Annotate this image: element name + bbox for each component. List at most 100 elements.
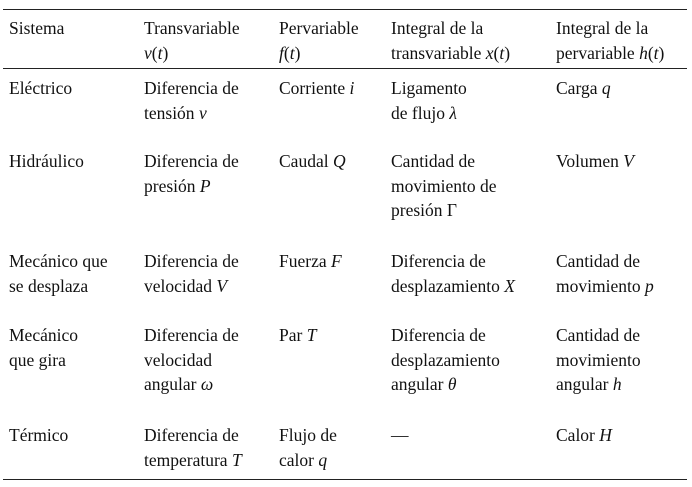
header-transvariable-label: Transvariable [144,18,240,38]
table-cell: Ligamento [391,78,467,98]
table-top-rule [3,9,687,10]
table-symbol: H [599,425,612,445]
table-symbol: Γ [446,200,458,220]
table-symbol: q [601,78,611,98]
header-pervariable: Pervariable f(t) [279,18,359,63]
table-cell: Carga [556,78,598,98]
table-cell: calor [279,449,314,470]
table-cell: desplazamiento [391,275,500,296]
table-cell: Par [279,325,303,345]
header-sistema-label: Sistema [9,18,65,38]
table-cell: Diferencia de [144,151,239,171]
table-cell: Caudal [279,151,329,171]
table-symbol: F [331,251,342,271]
header-pervariable-label: Pervariable [279,18,359,38]
table-cell: movimiento [556,275,641,296]
table-symbol: λ [449,102,457,123]
table-cell: Diferencia de [144,251,239,271]
table-bottom-rule [3,479,687,480]
row-mecanico-desplaza-int-transvariable: Diferencia de desplazamiento X [391,249,515,298]
table-cell-dash: — [391,425,409,445]
table-cell: Flujo de [279,425,337,445]
table-symbol: ω [200,374,214,394]
table-cell: angular [556,374,609,394]
table-cell: Calor [556,425,595,445]
table-cell: que gira [9,349,66,370]
table-cell: Térmico [9,425,69,445]
header-int-perv-symbol: h [639,42,648,63]
table-header-rule [3,68,687,69]
row-termico-int-transvariable: — [391,423,409,448]
row-mecanico-desplaza-transvariable: Diferencia de velocidad V [144,249,239,298]
table-cell: Diferencia de [391,325,486,345]
header-sistema: Sistema [9,16,64,41]
table-cell: Eléctrico [9,78,73,98]
table-symbol: T [231,449,242,470]
table-cell: se desplaza [9,275,89,296]
table-symbol: V [216,275,228,296]
header-int-perv-line1: Integral de la [556,18,649,38]
table-cell: Diferencia de [144,78,239,98]
row-electrico-int-pervariable: Carga q [556,76,611,101]
row-hidraulico-int-pervariable: Volumen V [556,149,634,174]
row-electrico-pervariable: Corriente i [279,76,354,101]
table-cell: velocidad [144,349,213,370]
row-mecanico-desplaza-sistema: Mecánico que se desplaza [9,249,108,298]
row-hidraulico-pervariable: Caudal Q [279,149,346,174]
table-symbol: h [612,374,622,394]
row-mecanico-gira-transvariable: Diferencia de velocidad angular ω [144,323,239,397]
table-symbol: T [306,325,317,345]
table-symbol: Q [332,151,346,171]
table-cell: tensión [144,102,195,123]
table-cell: Volumen [556,151,619,171]
table-cell: desplazamiento [391,349,500,370]
table-cell: Cantidad de [556,325,641,345]
table-cell: Corriente [279,78,346,98]
table-cell: de flujo [391,102,445,123]
table-cell: angular [391,374,444,394]
row-termico-sistema: Térmico [9,423,68,448]
table-cell: angular [144,374,197,394]
table-cell: Cantidad de [391,151,476,171]
table-cell: movimiento de [391,175,497,196]
row-termico-pervariable: Flujo de calor q [279,423,337,472]
header-int-trans-symbol: x [485,42,494,63]
table-symbol: i [349,78,355,98]
row-mecanico-gira-int-pervariable: Cantidad de movimiento angular h [556,323,641,397]
row-mecanico-desplaza-pervariable: Fuerza F [279,249,342,274]
table-cell: velocidad [144,275,213,296]
table-cell: movimiento [556,349,641,370]
table-cell: Fuerza [279,251,327,271]
table-cell: Diferencia de [144,425,239,445]
table-cell: Hidráulico [9,151,84,171]
table-cell: Cantidad de [556,251,641,271]
row-hidraulico-sistema: Hidráulico [9,149,84,174]
row-mecanico-gira-int-transvariable: Diferencia de desplazamiento angular θ [391,323,500,397]
table-cell: presión [144,175,196,196]
header-integral-pervariable: Integral de la pervariable h(t) [556,18,665,63]
table-symbol: θ [447,374,457,394]
header-int-trans-line2: transvariable [391,42,482,63]
row-hidraulico-transvariable: Diferencia de presión P [144,149,239,198]
row-electrico-transvariable: Diferencia de tensión v [144,76,239,125]
header-int-trans-line1: Integral de la [391,18,484,38]
table-symbol: q [318,449,328,470]
table-cell: temperatura [144,449,228,470]
table-cell: Mecánico que [9,251,108,271]
table-symbol: X [504,275,515,296]
table-cell: Diferencia de [391,251,486,271]
header-int-perv-line2: pervariable [556,42,635,63]
table-cell: presión [391,200,443,220]
table-symbol: P [199,175,211,196]
row-termico-transvariable: Diferencia de temperatura T [144,423,242,472]
table-symbol: v [198,102,207,123]
header-transvariable: Transvariable v(t) [144,18,240,63]
table-cell: Mecánico [9,325,78,345]
table-symbol: p [644,275,654,296]
row-electrico-sistema: Eléctrico [9,76,72,101]
row-termico-int-pervariable: Calor H [556,423,612,448]
row-mecanico-desplaza-int-pervariable: Cantidad de movimiento p [556,249,654,298]
row-hidraulico-int-transvariable: Cantidad de movimiento de presión Γ [391,149,496,223]
row-electrico-int-transvariable: Ligamento de flujo λ [391,76,467,125]
row-mecanico-gira-sistema: Mecánico que gira [9,323,78,372]
